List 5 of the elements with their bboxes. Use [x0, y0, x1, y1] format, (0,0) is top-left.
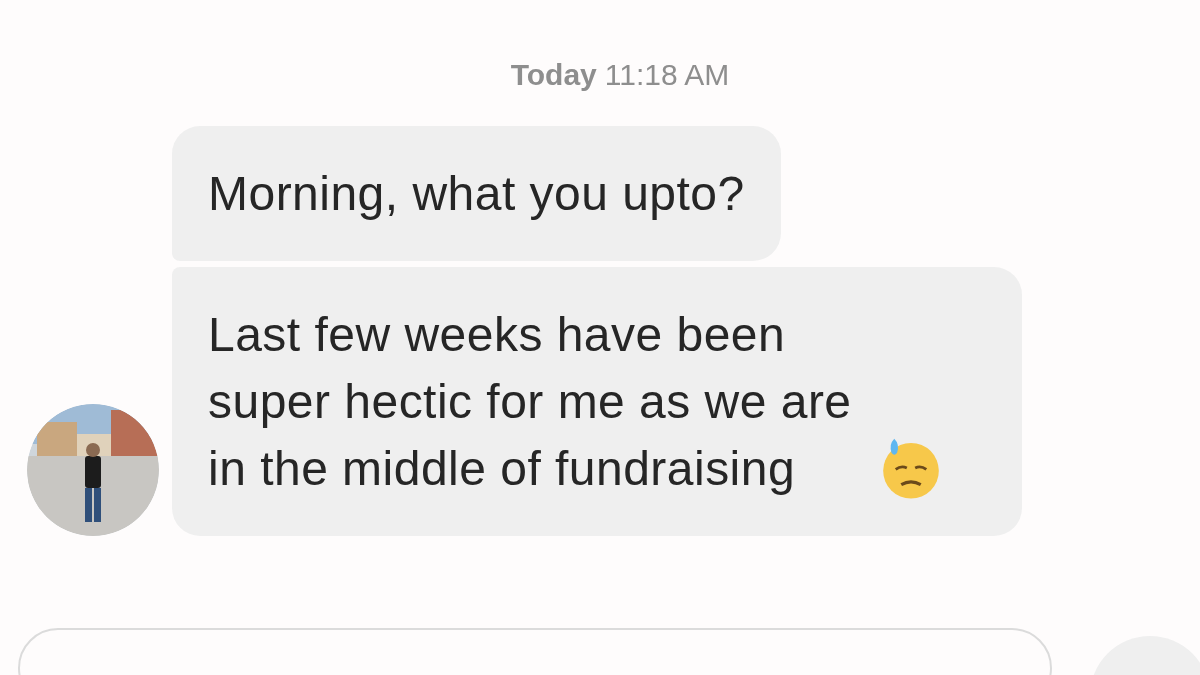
timestamp-time: 11:18 AM [604, 57, 730, 93]
message-text: Morning, what you upto? [208, 166, 745, 222]
timestamp-day: Today [510, 52, 597, 97]
sad-sweat-emoji-icon [880, 436, 942, 500]
message-text: Last few weeks have been super hectic for me as we are in the middle of fundraising [208, 307, 853, 497]
